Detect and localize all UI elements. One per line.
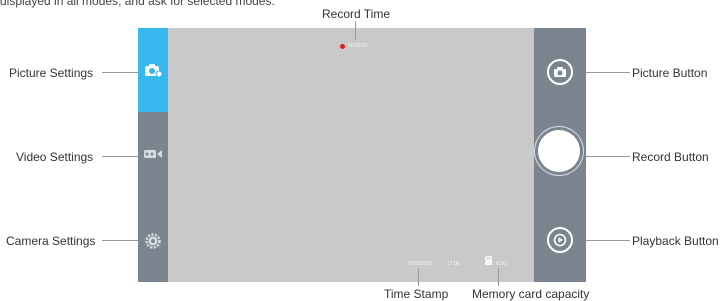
settings-panel <box>138 28 168 282</box>
leader-camera-settings <box>102 240 138 241</box>
callout-playback-button: Playback Button <box>632 234 719 248</box>
record-indicator-icon <box>340 44 345 49</box>
play-icon <box>553 233 567 247</box>
callout-time-stamp: Time Stamp <box>384 287 449 301</box>
leader-video-settings <box>102 156 138 157</box>
callout-video-settings: Video Settings <box>16 150 94 164</box>
gear-icon <box>145 233 161 249</box>
playback-button[interactable] <box>547 227 573 253</box>
leader-picture-settings <box>102 72 138 73</box>
callout-record-button: Record Button <box>632 150 709 164</box>
callout-camera-settings: Camera Settings <box>6 234 96 248</box>
top-partial-text: displayed in all modes, and ask for sele… <box>0 0 275 8</box>
callout-picture-settings: Picture Settings <box>9 66 94 80</box>
camera-icon <box>554 67 566 77</box>
leader-time-stamp <box>418 268 419 286</box>
sd-card-icon <box>485 256 492 265</box>
callout-picture-button: Picture Button <box>632 66 708 80</box>
camera-preview <box>138 28 578 282</box>
video-settings-tab[interactable] <box>138 112 168 196</box>
leader-playback-button <box>586 240 630 241</box>
record-button[interactable] <box>538 130 580 172</box>
picture-settings-tab[interactable] <box>138 28 168 112</box>
picture-button[interactable] <box>547 59 573 85</box>
timestamp-date: 2016/09/03 <box>407 261 433 267</box>
callout-record-time: Record Time <box>322 7 391 21</box>
leader-record-button <box>586 156 630 157</box>
leader-memory-card <box>498 268 499 286</box>
leader-record-time <box>355 21 356 40</box>
callout-memory-card-capacity: Memory card capacity <box>472 287 590 301</box>
camera-settings-tab[interactable] <box>138 196 168 282</box>
video-camera-icon <box>144 150 162 158</box>
timestamp-time: 17:06 <box>447 261 460 267</box>
leader-picture-button <box>586 72 630 73</box>
record-time-value: 00:00:20 <box>348 43 368 49</box>
memory-card-capacity-value: 8.5G <box>496 261 507 267</box>
camera-gear-icon <box>145 64 162 78</box>
